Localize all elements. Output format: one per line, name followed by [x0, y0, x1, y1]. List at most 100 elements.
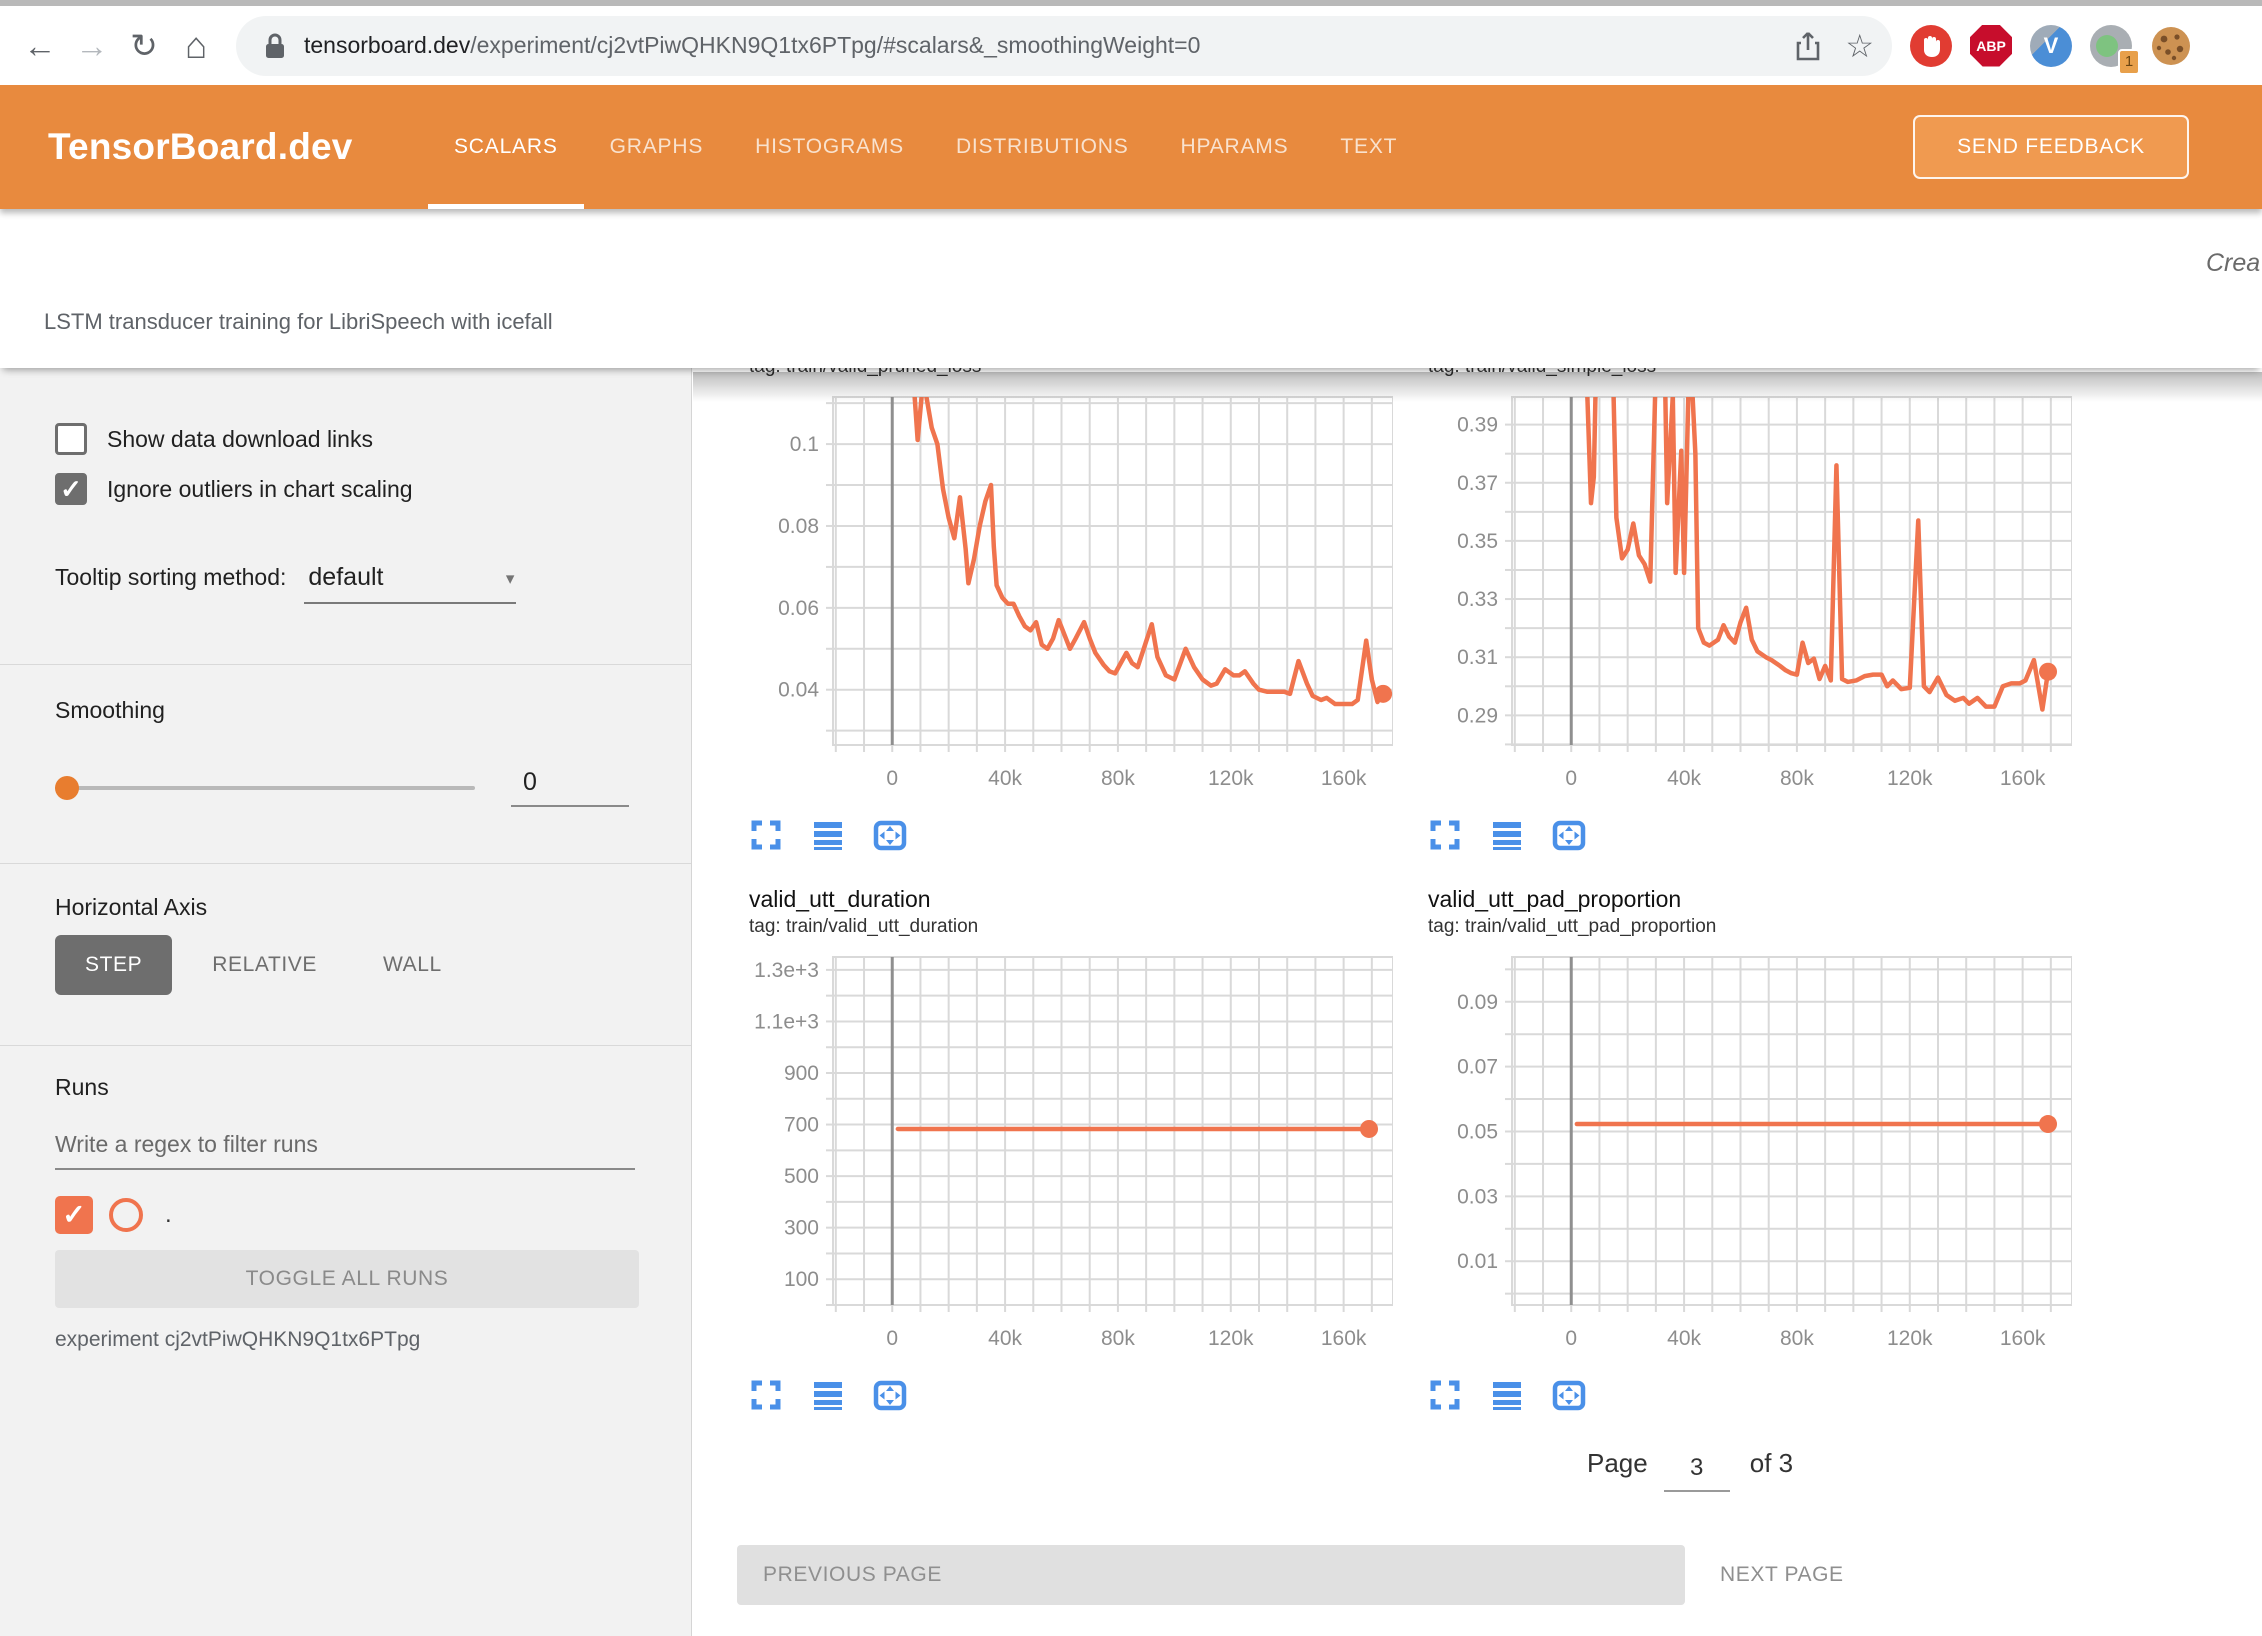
chart-tag: tag: train/valid_utt_duration — [749, 914, 1393, 940]
tab-graphs[interactable]: GRAPHS — [584, 85, 730, 209]
page-of-label: of 3 — [1750, 1446, 1793, 1479]
smoothing-slider-row: 0 — [55, 768, 639, 807]
share-icon[interactable] — [1793, 29, 1823, 63]
divider — [0, 1045, 691, 1046]
app-header: TensorBoard.dev SCALARSGRAPHSHISTOGRAMSD… — [0, 85, 2262, 209]
show-download-links-label: Show data download links — [107, 426, 373, 453]
ignore-outliers-row: ✓ Ignore outliers in chart scaling — [55, 473, 639, 505]
extension-badge: 1 — [2118, 49, 2140, 75]
browser-toolbar: ← → ↻ ⌂ tensorboard.dev/experiment/cj2vt… — [0, 0, 2262, 85]
extension-icon[interactable]: 1 — [2090, 25, 2132, 67]
runs-table-icon[interactable] — [1490, 1378, 1524, 1412]
axis-wall-button[interactable]: WALL — [357, 935, 468, 995]
address-bar[interactable]: tensorboard.dev/experiment/cj2vtPiwQHKN9… — [236, 16, 1892, 76]
runs-table-icon[interactable] — [811, 818, 845, 852]
toggle-all-runs-button[interactable]: TOGGLE ALL RUNS — [55, 1250, 639, 1308]
check-icon: ✓ — [62, 1201, 85, 1229]
next-page-button[interactable]: NEXT PAGE — [1720, 1545, 1844, 1605]
divider — [0, 664, 691, 665]
svg-text:80k: 80k — [1101, 767, 1135, 790]
runs-filter-input[interactable] — [55, 1127, 635, 1170]
tab-scalars[interactable]: SCALARS — [428, 85, 584, 209]
tooltip-sorting-dropdown[interactable]: default ▾ — [304, 563, 516, 604]
runs-label: Runs — [55, 1074, 639, 1101]
bookmark-star-icon[interactable]: ☆ — [1845, 30, 1874, 62]
svg-text:160k: 160k — [1321, 1327, 1367, 1350]
forward-icon[interactable]: → — [66, 27, 118, 65]
previous-page-button[interactable]: PREVIOUS PAGE — [737, 1545, 1685, 1605]
svg-text:80k: 80k — [1780, 767, 1814, 790]
svg-text:0.39: 0.39 — [1457, 414, 1498, 437]
svg-text:120k: 120k — [1887, 767, 1933, 790]
runs-table-icon[interactable] — [811, 1378, 845, 1412]
settings-sidebar: Show data download links ✓ Ignore outlie… — [0, 368, 692, 1636]
send-feedback-button[interactable]: SEND FEEDBACK — [1913, 115, 2189, 179]
chart-plot[interactable]: 040k80k120k160k0.290.310.330.350.370.39 — [1372, 389, 2072, 814]
home-icon[interactable]: ⌂ — [170, 25, 222, 67]
run-checkbox[interactable]: ✓ — [55, 1196, 93, 1234]
axis-step-button[interactable]: STEP — [55, 935, 172, 995]
created-text-clipped: Crea — [2206, 249, 2260, 278]
show-download-links-row: Show data download links — [55, 423, 639, 455]
runs-table-icon[interactable] — [1490, 818, 1524, 852]
svg-text:300: 300 — [784, 1217, 819, 1240]
tab-hparams[interactable]: HPARAMS — [1155, 85, 1315, 209]
expand-chart-icon[interactable] — [749, 818, 783, 852]
vimium-extension-icon[interactable]: V — [2030, 25, 2072, 67]
adblock-extension-icon[interactable] — [1910, 25, 1952, 67]
url-text: tensorboard.dev/experiment/cj2vtPiwQHKN9… — [304, 32, 1771, 59]
expand-chart-icon[interactable] — [1428, 1378, 1462, 1412]
fit-domain-icon[interactable] — [1552, 1378, 1586, 1412]
expand-chart-icon[interactable] — [749, 1378, 783, 1412]
axis-relative-button[interactable]: RELATIVE — [186, 935, 343, 995]
smoothing-value[interactable]: 0 — [511, 768, 629, 807]
chart-plot[interactable]: 040k80k120k160k0.040.060.080.1 — [693, 389, 1393, 814]
svg-text:0: 0 — [1565, 1327, 1577, 1350]
page-number-input[interactable] — [1664, 1454, 1730, 1492]
chart-tag: tag: train/valid_simple_loss — [1428, 368, 2072, 380]
chart-title: valid_utt_pad_proportion — [1428, 884, 2072, 914]
run-color-swatch — [109, 1198, 143, 1232]
tab-distributions[interactable]: DISTRIBUTIONS — [930, 85, 1155, 209]
svg-text:0.04: 0.04 — [778, 679, 819, 702]
svg-text:0.01: 0.01 — [1457, 1250, 1498, 1273]
pagination: Page of 3 — [1587, 1446, 1793, 1492]
show-download-links-checkbox[interactable] — [55, 423, 87, 455]
fit-domain-icon[interactable] — [873, 1378, 907, 1412]
charts-area: tag: train/valid_pruned_loss040k80k120k1… — [693, 368, 2262, 1636]
expand-chart-icon[interactable] — [1428, 818, 1462, 852]
svg-text:1.3e+3: 1.3e+3 — [754, 959, 819, 982]
run-name: . — [165, 1201, 172, 1229]
tab-text[interactable]: TEXT — [1314, 85, 1423, 209]
horizontal-axis-buttons: STEP RELATIVE WALL — [55, 935, 639, 995]
slider-thumb[interactable] — [55, 776, 79, 800]
chart-plot[interactable]: 040k80k120k160k1003005007009001.1e+31.3e… — [693, 949, 1393, 1374]
chart-actions — [749, 818, 1393, 852]
tab-histograms[interactable]: HISTOGRAMS — [729, 85, 930, 209]
svg-text:0.37: 0.37 — [1457, 472, 1498, 495]
svg-text:0: 0 — [886, 1327, 898, 1350]
svg-text:120k: 120k — [1208, 1327, 1254, 1350]
abp-extension-icon[interactable]: ABP — [1970, 25, 2012, 67]
chart-top-left: tag: train/valid_pruned_loss040k80k120k1… — [693, 368, 1393, 852]
back-icon[interactable]: ← — [14, 27, 66, 65]
svg-text:0.31: 0.31 — [1457, 646, 1498, 669]
fit-domain-icon[interactable] — [1552, 818, 1586, 852]
ignore-outliers-checkbox[interactable]: ✓ — [55, 473, 87, 505]
chart-plot[interactable]: 040k80k120k160k0.010.030.050.070.09 — [1372, 949, 2072, 1374]
svg-text:160k: 160k — [2000, 767, 2046, 790]
fit-domain-icon[interactable] — [873, 818, 907, 852]
svg-text:100: 100 — [784, 1268, 819, 1291]
experiment-info-bar: Crea LSTM transducer training for LibriS… — [0, 209, 2262, 368]
reload-icon[interactable]: ↻ — [118, 26, 170, 65]
svg-text:0.07: 0.07 — [1457, 1056, 1498, 1079]
smoothing-slider[interactable] — [55, 786, 475, 790]
svg-text:80k: 80k — [1101, 1327, 1135, 1350]
chart-valid-utt-pad-proportion: valid_utt_pad_proportiontag: train/valid… — [1372, 884, 2072, 1412]
svg-text:0.1: 0.1 — [790, 433, 819, 456]
chart-valid-utt-duration: valid_utt_durationtag: train/valid_utt_d… — [693, 884, 1393, 1412]
svg-text:0.05: 0.05 — [1457, 1120, 1498, 1143]
run-row: ✓ . — [55, 1196, 639, 1234]
cookie-extension-icon[interactable] — [2150, 25, 2192, 67]
chart-tag: tag: train/valid_utt_pad_proportion — [1428, 914, 2072, 940]
